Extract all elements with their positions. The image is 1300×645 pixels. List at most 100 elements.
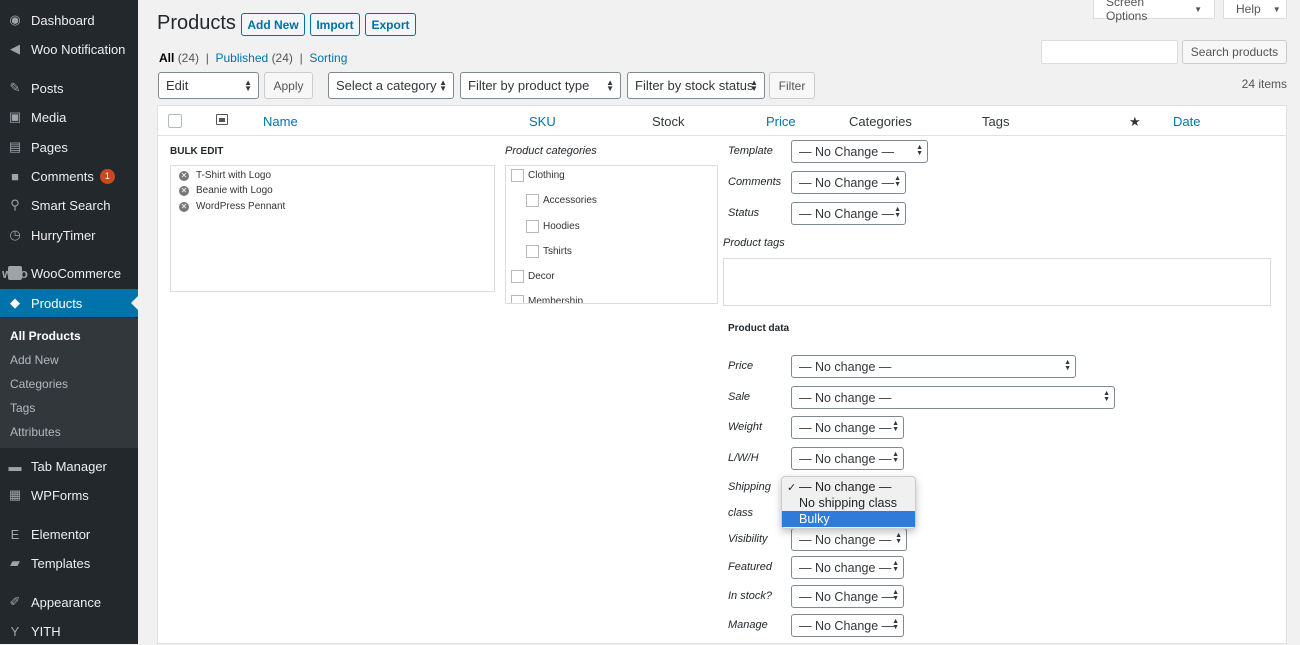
column-sku[interactable]: SKU <box>529 114 556 129</box>
product-type-filter-select[interactable]: Filter by product type ▲ ▼ <box>460 72 621 99</box>
category-filter-select[interactable]: Select a category ▲ ▼ <box>328 72 454 99</box>
option-label: No shipping class <box>799 496 897 510</box>
bulk-action-select[interactable]: Edit ▲ ▼ <box>158 72 259 99</box>
product-tags-textarea[interactable] <box>723 258 1271 306</box>
menu-comments[interactable]: ■ Comments 1 <box>0 162 138 190</box>
shipping-class-dropdown[interactable]: ✓ — No change — No shipping class Bulky <box>781 476 916 529</box>
export-button[interactable]: Export <box>365 13 416 36</box>
menu-hurrytimer[interactable]: ◷ HurryTimer <box>0 221 138 249</box>
caret-down-icon: ▼ <box>1272 4 1281 14</box>
screen-options-tab[interactable]: Screen Options ▼ <box>1093 0 1215 23</box>
category-item[interactable]: Accessories <box>526 194 597 207</box>
column-stock: Stock <box>652 114 685 129</box>
menu-woocommerce[interactable]: woo WooCommerce <box>0 259 138 287</box>
categories-checklist: Clothing Accessories Hoodies Tshirts Dec… <box>505 165 718 304</box>
remove-icon[interactable]: ✕ <box>179 185 189 196</box>
category-checkbox[interactable] <box>511 295 524 303</box>
shipping-option[interactable]: ✓ — No change — <box>782 479 915 495</box>
menu-elementor[interactable]: E Elementor <box>0 520 138 548</box>
menu-products[interactable]: ◆ Products <box>0 289 138 317</box>
search-products-button[interactable]: Search products <box>1182 40 1287 64</box>
search-input[interactable] <box>1041 40 1178 64</box>
featured-select[interactable]: — No change — ▲ ▼ <box>791 556 904 579</box>
menu-label: Media <box>31 109 67 125</box>
checkmark-icon: ✓ <box>787 481 797 494</box>
view-all[interactable]: All <box>159 51 174 65</box>
instock-select[interactable]: — No Change — ▲ ▼ <box>791 585 904 608</box>
column-price[interactable]: Price <box>766 114 796 129</box>
price-label: Price <box>728 360 754 372</box>
select-arrows-icon: ▲ ▼ <box>892 420 899 433</box>
category-checkbox[interactable] <box>511 169 524 182</box>
filter-button[interactable]: Filter <box>769 72 815 99</box>
lwh-select[interactable]: — No change — ▲ ▼ <box>791 447 904 470</box>
menu-label: WPForms <box>31 487 89 503</box>
submenu-add-new[interactable]: Add New <box>10 353 59 367</box>
menu-tab-manager[interactable]: ▬ Tab Manager <box>0 452 138 480</box>
shipping-label: Shipping <box>728 481 771 493</box>
submenu-all-products[interactable]: All Products <box>10 329 81 343</box>
comments-select[interactable]: — No Change — ▲ ▼ <box>791 171 906 194</box>
menu-yith[interactable]: Y YITH <box>0 617 138 645</box>
category-item[interactable]: Hoodies <box>526 220 580 233</box>
add-new-button[interactable]: Add New <box>241 13 305 36</box>
list-item: ✕ WordPress Pennant <box>179 201 285 212</box>
comment-count-badge: 1 <box>99 168 115 184</box>
category-item[interactable]: Membership <box>511 295 583 303</box>
menu-posts[interactable]: ✎ Posts <box>0 74 138 102</box>
status-select[interactable]: — No Change — ▲ ▼ <box>791 202 906 225</box>
view-sorting[interactable]: Sorting <box>309 51 347 65</box>
menu-dashboard[interactable]: ◉ Dashboard <box>0 6 138 34</box>
lwh-label: L/W/H <box>728 452 759 464</box>
help-tab[interactable]: Help ▼ <box>1223 0 1287 19</box>
category-checkbox[interactable] <box>511 270 524 283</box>
select-all-checkbox[interactable] <box>168 114 182 128</box>
menu-appearance[interactable]: ✐ Appearance <box>0 588 138 616</box>
column-date[interactable]: Date <box>1173 114 1200 129</box>
shipping-option-highlighted[interactable]: Bulky <box>782 511 915 527</box>
star-icon[interactable]: ★ <box>1129 114 1141 130</box>
category-checkbox[interactable] <box>526 194 539 207</box>
column-name[interactable]: Name <box>263 114 298 129</box>
visibility-label: Visibility <box>728 533 768 545</box>
stock-status-filter-select[interactable]: Filter by stock status ▲ ▼ <box>627 72 765 99</box>
import-button[interactable]: Import <box>310 13 360 36</box>
visibility-select[interactable]: — No change — ▲ ▼ <box>791 528 907 551</box>
menu-wpforms[interactable]: ▦ WPForms <box>0 481 138 509</box>
remove-icon[interactable]: ✕ <box>179 170 189 181</box>
page-title: Products <box>157 12 236 34</box>
price-select[interactable]: — No change — ▲ ▼ <box>791 355 1076 378</box>
submenu-tags[interactable]: Tags <box>10 401 35 415</box>
shipping-option[interactable]: No shipping class <box>782 495 915 511</box>
category-checkbox[interactable] <box>526 245 539 258</box>
menu-templates[interactable]: ▰ Templates <box>0 549 138 577</box>
menu-pages[interactable]: ▤ Pages <box>0 133 138 161</box>
submenu-attributes[interactable]: Attributes <box>10 425 61 439</box>
select-arrows-icon: ▲ ▼ <box>244 78 252 93</box>
menu-label: Templates <box>31 555 91 571</box>
tab-manager-icon: ▬ <box>8 458 22 474</box>
submenu-categories[interactable]: Categories <box>10 377 68 391</box>
menu-woo-notification[interactable]: ◀ Woo Notification <box>0 35 138 63</box>
menu-label: Tab Manager <box>31 458 107 474</box>
select-arrows-icon: ▲ ▼ <box>894 206 901 219</box>
column-tags: Tags <box>982 114 1010 129</box>
remove-icon[interactable]: ✕ <box>179 201 189 212</box>
view-published[interactable]: Published <box>216 51 269 65</box>
menu-label: Pages <box>31 139 68 155</box>
category-item[interactable]: Clothing <box>511 169 565 182</box>
apply-button[interactable]: Apply <box>264 72 313 99</box>
bulk-action-value: Edit <box>166 78 189 93</box>
category-item[interactable]: Decor <box>511 270 555 283</box>
menu-smart-search[interactable]: ⚲ Smart Search <box>0 191 138 219</box>
category-checkbox[interactable] <box>526 220 539 233</box>
image-icon <box>216 114 228 125</box>
template-select[interactable]: — No Change — ▲ ▼ <box>791 140 928 163</box>
woocommerce-icon: woo <box>2 265 28 281</box>
weight-select[interactable]: — No change — ▲ ▼ <box>791 416 904 439</box>
sale-select[interactable]: — No change — ▲ ▼ <box>791 386 1115 409</box>
category-item[interactable]: Tshirts <box>526 245 572 258</box>
menu-media[interactable]: ▣ Media <box>0 103 138 131</box>
elementor-icon: E <box>10 526 20 542</box>
manage-select[interactable]: — No Change — ▲ ▼ <box>791 614 904 637</box>
